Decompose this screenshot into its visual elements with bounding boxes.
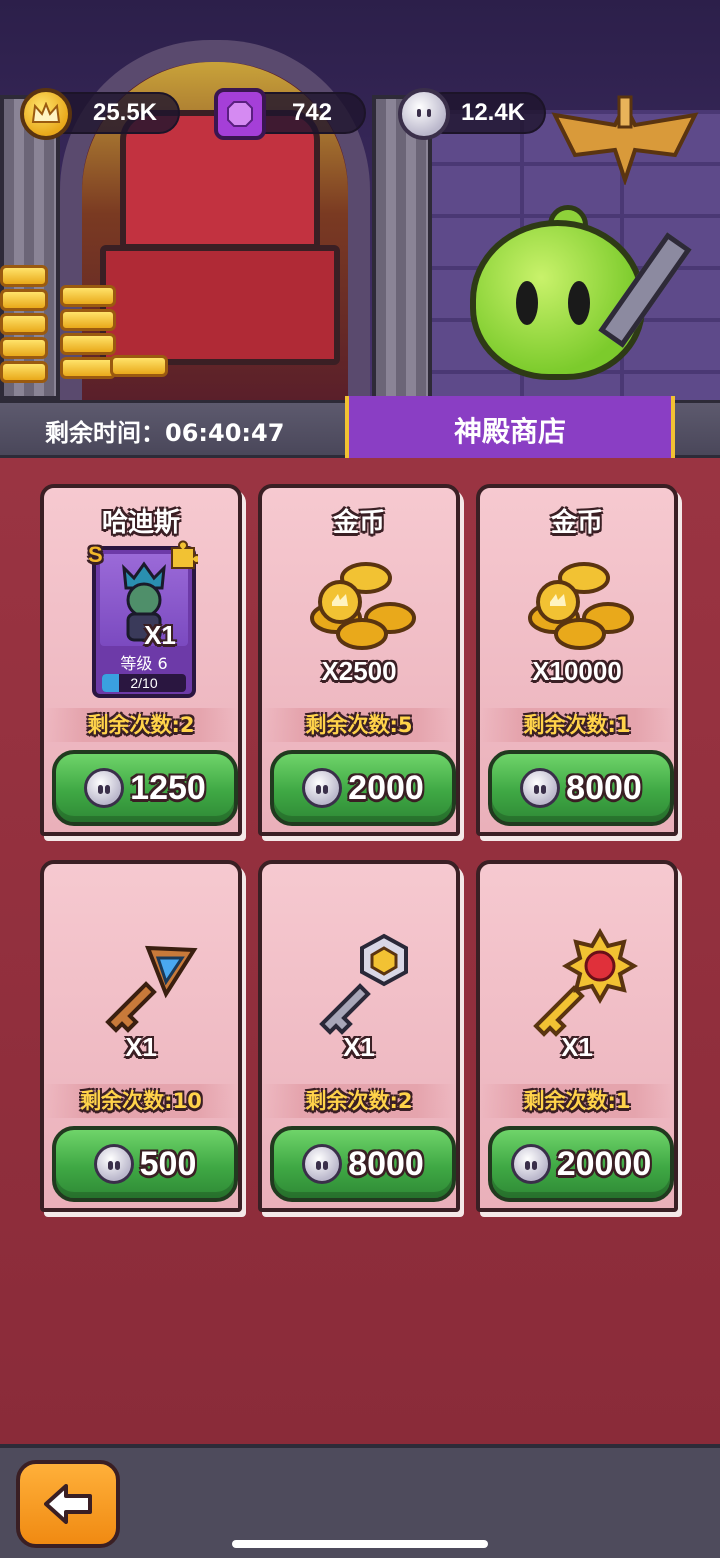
refresh-timer: 剩余时间：06:40:47 xyxy=(45,413,284,448)
gold-coin-pile xyxy=(0,255,170,400)
item-price: 8000 xyxy=(348,1144,424,1183)
gold-coin-stack-icon xyxy=(528,562,634,650)
slime-eye xyxy=(516,281,538,325)
buy-button[interactable]: 8000 xyxy=(270,1126,456,1202)
silver-key-icon xyxy=(319,933,408,1035)
puzzle-piece-icon xyxy=(171,540,198,569)
shop-item-card[interactable]: X1 剩余次数:2 8000 xyxy=(258,860,460,1212)
item-quantity: X10000 xyxy=(532,656,622,686)
gold-key-icon xyxy=(533,928,638,1037)
item-price: 8000 xyxy=(566,768,642,807)
bronze-key-icon xyxy=(105,945,198,1033)
buy-button[interactable]: 2000 xyxy=(270,750,456,826)
item-name: 金币 xyxy=(332,508,385,538)
buy-button[interactable]: 20000 xyxy=(488,1126,674,1202)
item-name: 金币 xyxy=(550,508,603,538)
item-price: 500 xyxy=(139,1144,197,1183)
item-quantity: X1 xyxy=(144,620,176,650)
shop-grid: 哈迪斯 S 等级 6 2/10 X1 剩余次数:2 1250 金币 X2500 … xyxy=(0,458,720,1444)
bottom-bar xyxy=(0,1444,720,1558)
timer-label: 剩余时间： xyxy=(45,419,165,447)
slime-eye xyxy=(568,281,590,325)
shop-item-card[interactable]: 哈迪斯 S 等级 6 2/10 X1 剩余次数:2 1250 xyxy=(40,484,242,836)
item-name: 哈迪斯 xyxy=(101,508,180,538)
hero-level: 等级 6 xyxy=(120,654,168,673)
buy-button[interactable]: 1250 xyxy=(52,750,238,826)
purchase-limit: 剩余次数:5 xyxy=(262,708,456,742)
buy-button[interactable]: 500 xyxy=(52,1126,238,1202)
back-arrow-icon xyxy=(44,1484,92,1524)
shop-item-card[interactable]: X1 剩余次数:10 500 xyxy=(40,860,242,1212)
item-quantity: X2500 xyxy=(321,656,397,686)
purchase-limit: 剩余次数:1 xyxy=(480,1084,674,1118)
gold-coin-stack-icon xyxy=(310,562,416,650)
shop-title: 神殿商店 xyxy=(453,415,566,448)
shop-item-card[interactable]: X1 剩余次数:1 20000 xyxy=(476,860,678,1212)
temple-scene: 25.5K 742 12.4K xyxy=(0,0,720,400)
soul-icon xyxy=(302,1144,343,1184)
item-price: 20000 xyxy=(556,1144,652,1183)
soul-icon xyxy=(520,768,561,808)
purchase-limit: 剩余次数:10 xyxy=(44,1084,238,1118)
item-price: 1250 xyxy=(130,768,206,807)
soul-icon xyxy=(84,768,125,808)
shop-item-card[interactable]: 金币 X2500 剩余次数:5 2000 xyxy=(258,484,460,836)
crown-coin-icon xyxy=(20,88,72,140)
right-pillar xyxy=(372,95,432,400)
progress-text: 2/10 xyxy=(130,675,158,691)
item-quantity: X1 xyxy=(343,1032,375,1062)
home-indicator[interactable] xyxy=(232,1540,488,1548)
item-price: 2000 xyxy=(348,768,424,807)
shop-item-card[interactable]: 金币 X10000 剩余次数:1 8000 xyxy=(476,484,678,836)
soul-icon xyxy=(510,1144,551,1184)
back-button[interactable] xyxy=(16,1460,120,1548)
soul-icon xyxy=(93,1144,134,1184)
item-quantity: X1 xyxy=(125,1032,157,1062)
purchase-limit: 剩余次数:2 xyxy=(262,1084,456,1118)
purple-gem-icon xyxy=(214,88,266,140)
soul-icon xyxy=(302,768,343,808)
hero-shard-progress: 2/10 xyxy=(102,674,186,692)
purchase-limit: 剩余次数:2 xyxy=(44,708,238,742)
purchase-limit: 剩余次数:1 xyxy=(480,708,674,742)
winged-sword-emblem xyxy=(551,95,699,185)
hero-rank: S xyxy=(88,542,103,567)
buy-button[interactable]: 8000 xyxy=(488,750,674,826)
item-quantity: X1 xyxy=(561,1032,593,1062)
soul-icon xyxy=(398,88,450,140)
timer-value: 06:40:47 xyxy=(165,419,285,447)
